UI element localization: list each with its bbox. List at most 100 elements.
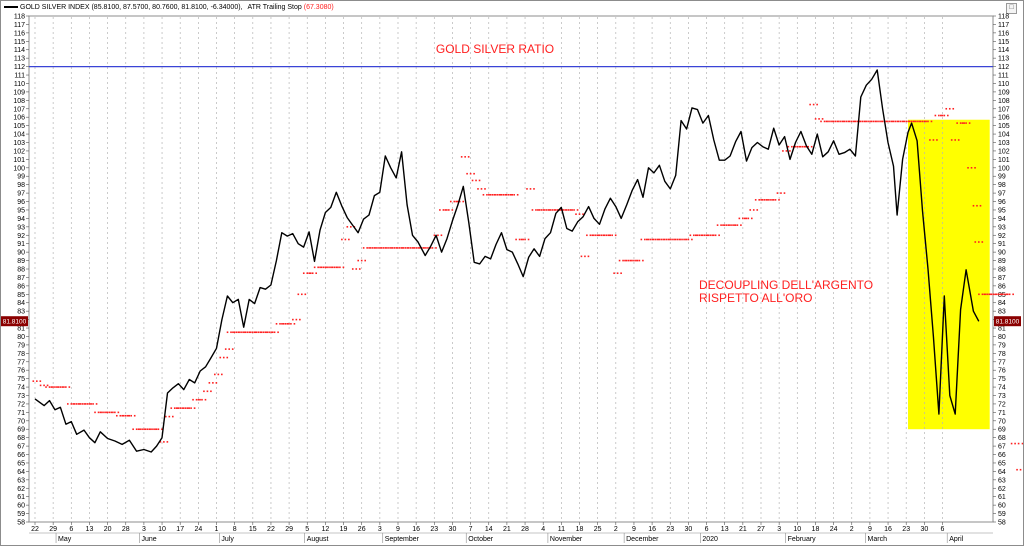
trailing-stop-dot	[322, 266, 325, 269]
trailing-stop-dot	[297, 293, 300, 296]
trailing-stop-dot	[271, 331, 274, 334]
trailing-stop-dot	[212, 382, 214, 384]
trailing-stop-dot	[206, 390, 209, 393]
y-tick-label: 102	[13, 148, 25, 155]
trailing-stop-dot	[522, 238, 524, 241]
trailing-stop-dot	[79, 403, 82, 405]
decoupling-annotation-line1: DECOUPLING DELL'ARGENTO	[699, 278, 873, 292]
trailing-stop-dot	[605, 234, 608, 237]
trailing-stop-dot	[121, 414, 124, 417]
x-tick-label: 9	[396, 526, 400, 533]
x-tick-label: 18	[812, 526, 820, 533]
trailing-stop-dot	[52, 386, 54, 388]
trailing-stop-dot	[694, 234, 697, 237]
trailing-stop-dot	[703, 234, 706, 237]
trailing-stop-dot	[948, 107, 951, 110]
trailing-stop-dot	[887, 120, 889, 123]
trailing-stop-dot	[972, 204, 975, 207]
trailing-stop-dot	[1006, 293, 1009, 296]
trailing-stop-dot	[391, 247, 394, 249]
trailing-stop-dot	[460, 156, 463, 158]
y-tick-label: 107	[998, 106, 1010, 113]
trailing-stop-dot	[108, 411, 111, 414]
trailing-stop-dot	[504, 193, 507, 196]
trailing-stop-dot	[255, 331, 258, 334]
trailing-stop-dot	[333, 266, 336, 269]
trailing-stop-dot	[330, 266, 332, 269]
trailing-stop-dot	[905, 120, 907, 123]
trailing-stop-dot	[782, 150, 784, 152]
trailing-stop-dot	[843, 120, 846, 123]
trailing-stop-dot	[549, 209, 552, 211]
trailing-stop-dot	[319, 266, 321, 269]
trailing-stop-dot	[725, 224, 728, 226]
trailing-stop-dot	[531, 209, 534, 211]
y-axis-right: 58 5960 6162 6364 656667 6869 7071 727374 7576 77…	[993, 14, 1010, 527]
trailing-stop-dot	[70, 403, 73, 405]
trailing-stop-dot	[663, 238, 666, 241]
trailing-stop-dot	[827, 120, 829, 123]
y-tick-label: 116	[998, 30, 1009, 37]
trailing-stop-dot	[682, 238, 684, 241]
trailing-stop-dot	[230, 331, 232, 334]
trailing-stop-dot	[112, 411, 114, 414]
trailing-stop-dot	[644, 238, 646, 241]
x-tick-label: 21	[739, 526, 747, 533]
month-label: April	[949, 536, 963, 543]
trailing-stop-dot	[752, 209, 755, 211]
trailing-stop-dot	[564, 209, 566, 211]
x-tick-label: 7	[469, 526, 473, 533]
y-tick-label: 64	[998, 469, 1006, 476]
trailing-stop-dot	[99, 411, 102, 414]
y-tick-label: 109	[13, 89, 25, 96]
trailing-stop-dot	[957, 139, 960, 141]
trailing-stop-dot	[364, 259, 366, 262]
x-tick-label: 1	[215, 526, 219, 533]
trailing-stop-dot	[716, 224, 719, 226]
x-tick-label: 17	[176, 526, 184, 533]
trailing-stop-dot	[388, 247, 390, 249]
trailing-stop-dot	[282, 323, 285, 325]
trailing-stop-dot	[141, 428, 143, 431]
current-value-tag-right: 81.8100	[994, 316, 1021, 327]
trailing-stop-dot	[854, 120, 857, 123]
trailing-stop-dot	[665, 238, 668, 241]
trailing-stop-dot	[596, 234, 599, 237]
price-chart[interactable]: 5859606162636465666768697071727374757677…	[1, 1, 1023, 545]
y-tick-label: 115	[998, 39, 1009, 46]
trailing-stop-dot	[88, 403, 91, 405]
trailing-stop-dot	[293, 323, 296, 325]
x-tick-label: 30	[449, 526, 457, 533]
trailing-stop-dot	[369, 247, 372, 249]
trailing-stop-dot	[800, 145, 802, 148]
trailing-stop-dot	[649, 238, 652, 241]
trailing-stop-dot	[203, 390, 205, 393]
trailing-stop-dot	[426, 247, 428, 249]
trailing-stop-dot	[489, 193, 492, 196]
trailing-stop-dot	[616, 272, 619, 275]
trailing-stop-dot	[32, 380, 35, 382]
y-tick-label: 61	[998, 494, 1006, 501]
trailing-stop-dot	[985, 293, 987, 296]
trailing-stop-dot	[611, 234, 613, 237]
y-tick-label: 98	[998, 182, 1006, 189]
y-tick-label: 108	[13, 98, 25, 105]
x-tick-label: 16	[412, 526, 420, 533]
trailing-stop-dot	[114, 411, 116, 414]
trailing-stop-dot	[144, 428, 147, 431]
trailing-stop-dot	[277, 331, 279, 334]
trailing-stop-dot	[711, 234, 713, 237]
trailing-stop-dot	[268, 331, 270, 334]
trailing-stop-dot	[554, 209, 557, 211]
y-tick-label: 65	[998, 460, 1006, 467]
trailing-stop-dot	[584, 255, 586, 258]
x-tick-label: 22	[267, 526, 275, 533]
trailing-stop-dot	[57, 386, 60, 388]
y-tick-label: 60	[17, 503, 25, 510]
y-tick-label: 86	[17, 283, 25, 290]
trailing-stop-dot	[143, 428, 145, 431]
trailing-stop-dot	[945, 107, 948, 110]
trailing-stop-dot	[981, 241, 984, 243]
trailing-stop-dot	[965, 122, 967, 124]
trailing-stop-dot	[765, 199, 768, 201]
